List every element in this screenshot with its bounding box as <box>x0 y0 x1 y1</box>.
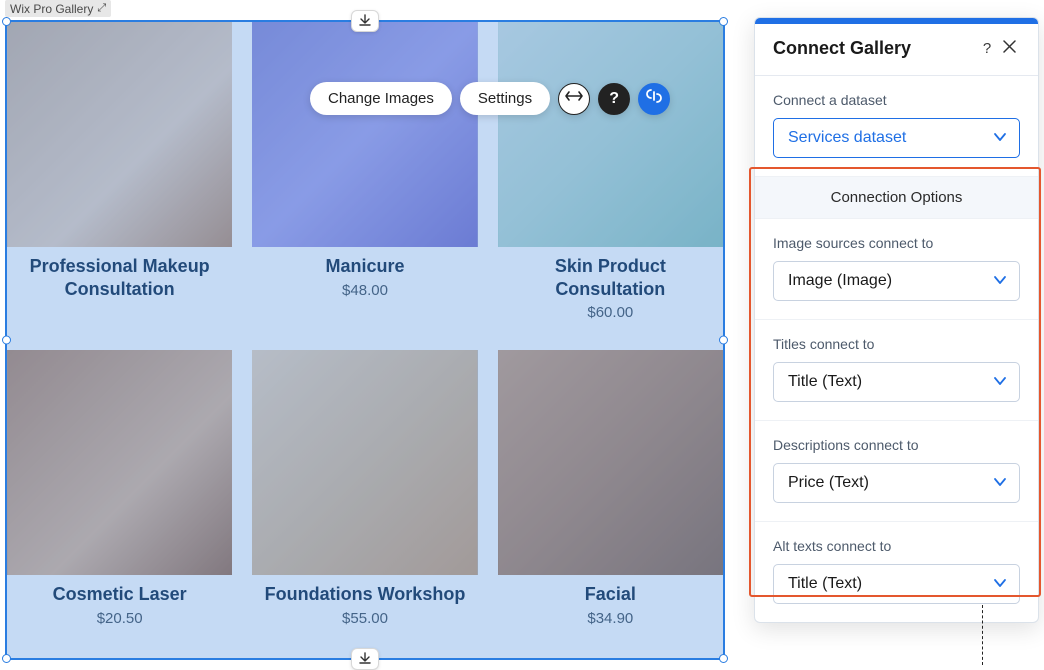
alt-texts-section: Alt texts connect to Title (Text) <box>755 522 1038 622</box>
resize-handle-mid-left[interactable] <box>2 336 11 345</box>
connect-gallery-panel: Connect Gallery ? Connect a dataset Serv… <box>754 17 1039 623</box>
titles-section: Titles connect to Title (Text) <box>755 320 1038 421</box>
drag-handle-bottom[interactable] <box>351 648 379 670</box>
gallery-card[interactable]: Cosmetic Laser $20.50 <box>7 350 232 658</box>
alt-texts-select-value: Title (Text) <box>788 575 862 592</box>
resize-handle-bottom-left[interactable] <box>2 654 11 663</box>
connect-data-icon <box>645 87 663 110</box>
resize-handle-top-left[interactable] <box>2 17 11 26</box>
question-icon: ? <box>983 40 991 57</box>
image-sources-select[interactable]: Image (Image) <box>773 261 1020 301</box>
gallery-card-title: Manicure <box>321 255 408 278</box>
gallery-card-image <box>498 350 723 575</box>
chevron-down-icon <box>993 373 1007 391</box>
gallery-card[interactable]: Facial $34.90 <box>498 350 723 658</box>
drag-down-icon <box>358 652 372 667</box>
gallery-card-price: $34.90 <box>587 610 633 627</box>
titles-select[interactable]: Title (Text) <box>773 362 1020 402</box>
change-images-button[interactable]: Change Images <box>310 82 452 115</box>
chevron-down-icon <box>993 129 1007 147</box>
gallery-card-price: $20.50 <box>97 610 143 627</box>
connection-options-header: Connection Options <box>755 177 1038 219</box>
gallery-grid: Professional Makeup Consultation Manicur… <box>7 22 723 658</box>
stretch-button[interactable] <box>558 83 590 115</box>
element-type-label: Wix Pro Gallery <box>10 2 93 16</box>
alt-texts-label: Alt texts connect to <box>773 538 1020 554</box>
gallery-card-title: Skin Product Consultation <box>498 255 723 300</box>
chevron-down-icon <box>993 575 1007 593</box>
titles-select-value: Title (Text) <box>788 373 862 390</box>
descriptions-select[interactable]: Price (Text) <box>773 463 1020 503</box>
panel-close-button[interactable] <box>998 40 1020 57</box>
connect-data-button[interactable] <box>638 83 670 115</box>
gallery-card-image <box>252 350 477 575</box>
titles-label: Titles connect to <box>773 336 1020 352</box>
settings-button[interactable]: Settings <box>460 82 550 115</box>
gallery-card[interactable]: Professional Makeup Consultation <box>7 22 232 330</box>
resize-handle-mid-right[interactable] <box>719 336 728 345</box>
crop-icon: ⤢ <box>97 3 106 14</box>
gallery-card-title: Cosmetic Laser <box>49 583 191 606</box>
gallery-selection[interactable]: Professional Makeup Consultation Manicur… <box>5 20 725 660</box>
gallery-card-image <box>7 22 232 247</box>
dataset-label: Connect a dataset <box>773 92 1020 108</box>
gallery-card-title: Professional Makeup Consultation <box>7 255 232 300</box>
gallery-card-image <box>252 22 477 247</box>
resize-handle-bottom-right[interactable] <box>719 654 728 663</box>
gallery-card-image <box>7 350 232 575</box>
panel-help-button[interactable]: ? <box>976 40 998 57</box>
help-button[interactable]: ? <box>598 83 630 115</box>
gallery-card-title: Foundations Workshop <box>261 583 470 606</box>
drag-down-icon <box>358 14 372 29</box>
gallery-card-title: Facial <box>581 583 640 606</box>
element-toolbar: Change Images Settings ? <box>310 82 670 115</box>
resize-handle-top-right[interactable] <box>719 17 728 26</box>
descriptions-section: Descriptions connect to Price (Text) <box>755 421 1038 522</box>
gallery-card[interactable]: Foundations Workshop $55.00 <box>252 350 477 658</box>
gallery-card-price: $55.00 <box>342 610 388 627</box>
descriptions-select-value: Price (Text) <box>788 474 869 491</box>
chevron-down-icon <box>993 272 1007 290</box>
alt-texts-select[interactable]: Title (Text) <box>773 564 1020 604</box>
drag-handle-top[interactable] <box>351 10 379 32</box>
descriptions-label: Descriptions connect to <box>773 437 1020 453</box>
image-sources-label: Image sources connect to <box>773 235 1020 251</box>
close-icon <box>1003 40 1016 57</box>
alignment-guide <box>982 605 983 665</box>
question-icon: ? <box>609 90 619 108</box>
gallery-card[interactable]: Skin Product Consultation $60.00 <box>498 22 723 330</box>
dataset-section: Connect a dataset Services dataset <box>755 76 1038 177</box>
gallery-card-image <box>498 22 723 247</box>
element-type-tag[interactable]: Wix Pro Gallery ⤢ <box>5 0 111 17</box>
panel-header: Connect Gallery ? <box>755 24 1038 76</box>
stretch-icon <box>565 89 583 108</box>
image-sources-section: Image sources connect to Image (Image) <box>755 219 1038 320</box>
gallery-card-price: $60.00 <box>587 304 633 321</box>
image-sources-select-value: Image (Image) <box>788 272 892 289</box>
chevron-down-icon <box>993 474 1007 492</box>
dataset-select[interactable]: Services dataset <box>773 118 1020 158</box>
panel-title: Connect Gallery <box>773 38 976 59</box>
dataset-select-value: Services dataset <box>788 129 906 146</box>
gallery-card[interactable]: Manicure $48.00 <box>252 22 477 330</box>
gallery-card-price: $48.00 <box>342 282 388 299</box>
